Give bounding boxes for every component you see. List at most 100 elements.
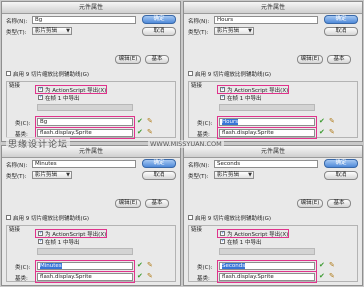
ok-button[interactable]: 确定 xyxy=(142,159,176,168)
scale9-checkbox[interactable] xyxy=(188,215,193,220)
chevron-down-icon: ▼ xyxy=(248,28,252,34)
export-frame1-label: 在帧 1 中导出 xyxy=(227,240,262,246)
edit-pencil-icon[interactable]: ✎ xyxy=(329,129,336,136)
cancel-button[interactable]: 取消 xyxy=(324,27,358,36)
edit-pencil-icon[interactable]: ✎ xyxy=(147,118,154,125)
type-label: 类型(T): xyxy=(6,174,27,180)
cancel-button[interactable]: 取消 xyxy=(142,171,176,180)
type-label: 类型(T): xyxy=(188,30,209,36)
validate-check-icon[interactable]: ✔ xyxy=(137,262,144,269)
edit-pencil-icon[interactable]: ✎ xyxy=(147,273,154,280)
edit-button[interactable]: 编辑(E) xyxy=(297,199,323,208)
edit-button[interactable]: 编辑(E) xyxy=(115,199,141,208)
scale9-checkbox[interactable] xyxy=(6,215,11,220)
name-label: 名称(N): xyxy=(6,19,28,25)
name-input[interactable]: Hours xyxy=(214,16,318,24)
class-input[interactable]: Bg xyxy=(35,116,135,128)
symbol-properties-dialog-hours: 元件属性 名称(N): Hours 确定 类型(T): 影片剪辑 ▼ 取消 编辑(… xyxy=(183,1,363,142)
class-input[interactable]: Hours xyxy=(217,116,317,128)
basic-button[interactable]: 基本 xyxy=(145,55,169,64)
linkage-label: 链接 xyxy=(191,83,203,89)
cancel-button[interactable]: 取消 xyxy=(324,171,358,180)
symbol-properties-dialog-seconds: 元件属性 名称(N): Seconds 确定 类型(T): 影片剪辑 ▼ 取消 编… xyxy=(183,145,363,286)
export-label: 为 ActionScript 导出(X) xyxy=(227,88,289,94)
export-frame1-checkbox[interactable]: ✓ xyxy=(38,95,43,100)
linkage-label: 链接 xyxy=(191,227,203,233)
validate-check-icon[interactable]: ✔ xyxy=(319,262,326,269)
type-select[interactable]: 影片剪辑 ▼ xyxy=(214,171,254,179)
linkage-group: 链接 ✓ 为 ActionScript 导出(X) ✓ 在帧 1 中导出 类(C… xyxy=(188,81,358,139)
chevron-down-icon: ▼ xyxy=(248,172,252,178)
validate-check-icon[interactable]: ✔ xyxy=(319,118,326,125)
chevron-down-icon: ▼ xyxy=(66,28,70,34)
dialog-title: 元件属性 xyxy=(2,2,180,14)
base-class-input[interactable]: flash.display.Sprite xyxy=(35,271,135,283)
name-input[interactable]: Minutes xyxy=(32,160,136,168)
edit-pencil-icon[interactable]: ✎ xyxy=(329,262,336,269)
scale9-checkbox[interactable] xyxy=(188,71,193,76)
export-frame1-label: 在帧 1 中导出 xyxy=(227,96,262,102)
base-class-input[interactable]: flash.display.Sprite xyxy=(217,127,317,139)
export-checkbox[interactable]: ✓ xyxy=(38,231,43,236)
linkage-label: 链接 xyxy=(9,227,21,233)
scale9-label: 启用 9 切片缩放比例辅助线(G) xyxy=(195,72,272,78)
class-input[interactable]: Seconds xyxy=(217,260,317,272)
scale9-label: 启用 9 切片缩放比例辅助线(G) xyxy=(13,216,90,222)
class-input[interactable]: Minutes xyxy=(35,260,135,272)
name-input[interactable]: Bg xyxy=(32,16,136,24)
edit-pencil-icon[interactable]: ✎ xyxy=(329,273,336,280)
identifier-field xyxy=(37,248,133,255)
export-label: 为 ActionScript 导出(X) xyxy=(45,88,107,94)
base-class-input[interactable]: flash.display.Sprite xyxy=(35,127,135,139)
base-class-label: 基类: xyxy=(197,132,210,138)
validate-check-icon[interactable]: ✔ xyxy=(137,129,144,136)
export-frame1-checkbox[interactable]: ✓ xyxy=(38,239,43,244)
validate-check-icon[interactable]: ✔ xyxy=(137,273,144,280)
validate-check-icon[interactable]: ✔ xyxy=(137,118,144,125)
name-label: 名称(N): xyxy=(188,163,210,169)
edit-button[interactable]: 编辑(E) xyxy=(297,55,323,64)
edit-pencil-icon[interactable]: ✎ xyxy=(147,129,154,136)
name-input[interactable]: Seconds xyxy=(214,160,318,168)
identifier-field xyxy=(37,104,133,111)
scale9-label: 启用 9 切片缩放比例辅助线(G) xyxy=(13,72,90,78)
class-label: 类(C): xyxy=(15,121,31,127)
linkage-group: 链接 ✓ 为 ActionScript 导出(X) ✓ 在帧 1 中导出 类(C… xyxy=(6,225,176,283)
linkage-label: 链接 xyxy=(9,83,21,89)
base-class-label: 基类: xyxy=(197,276,210,282)
edit-pencil-icon[interactable]: ✎ xyxy=(147,262,154,269)
export-label: 为 ActionScript 导出(X) xyxy=(45,232,107,238)
validate-check-icon[interactable]: ✔ xyxy=(319,273,326,280)
type-select[interactable]: 影片剪辑 ▼ xyxy=(32,27,72,35)
scale9-label: 启用 9 切片缩放比例辅助线(G) xyxy=(195,216,272,222)
symbol-properties-dialog-bg: 元件属性 名称(N): Bg 确定 类型(T): 影片剪辑 ▼ 取消 编辑(E) … xyxy=(1,1,181,142)
export-checkbox[interactable]: ✓ xyxy=(220,87,225,92)
validate-check-icon[interactable]: ✔ xyxy=(319,129,326,136)
ok-button[interactable]: 确定 xyxy=(324,159,358,168)
linkage-group: 链接 ✓ 为 ActionScript 导出(X) ✓ 在帧 1 中导出 类(C… xyxy=(6,81,176,139)
base-class-input[interactable]: flash.display.Sprite xyxy=(217,271,317,283)
watermark-text: 思缘设计论坛 xyxy=(6,137,71,150)
scale9-checkbox[interactable] xyxy=(6,71,11,76)
identifier-field xyxy=(219,104,315,111)
basic-button[interactable]: 基本 xyxy=(327,55,351,64)
export-checkbox[interactable]: ✓ xyxy=(38,87,43,92)
class-label: 类(C): xyxy=(197,265,213,271)
dialog-title: 元件属性 xyxy=(184,2,362,14)
export-frame1-checkbox[interactable]: ✓ xyxy=(220,239,225,244)
type-label: 类型(T): xyxy=(6,30,27,36)
ok-button[interactable]: 确定 xyxy=(324,15,358,24)
edit-button[interactable]: 编辑(E) xyxy=(115,55,141,64)
basic-button[interactable]: 基本 xyxy=(327,199,351,208)
type-select[interactable]: 影片剪辑 ▼ xyxy=(32,171,72,179)
type-select[interactable]: 影片剪辑 ▼ xyxy=(214,27,254,35)
export-label: 为 ActionScript 导出(X) xyxy=(227,232,289,238)
cancel-button[interactable]: 取消 xyxy=(142,27,176,36)
linkage-group: 链接 ✓ 为 ActionScript 导出(X) ✓ 在帧 1 中导出 类(C… xyxy=(188,225,358,283)
basic-button[interactable]: 基本 xyxy=(145,199,169,208)
export-frame1-checkbox[interactable]: ✓ xyxy=(220,95,225,100)
watermark-url: WWW.MISSYUAN.COM xyxy=(148,140,224,148)
export-checkbox[interactable]: ✓ xyxy=(220,231,225,236)
ok-button[interactable]: 确定 xyxy=(142,15,176,24)
edit-pencil-icon[interactable]: ✎ xyxy=(329,118,336,125)
